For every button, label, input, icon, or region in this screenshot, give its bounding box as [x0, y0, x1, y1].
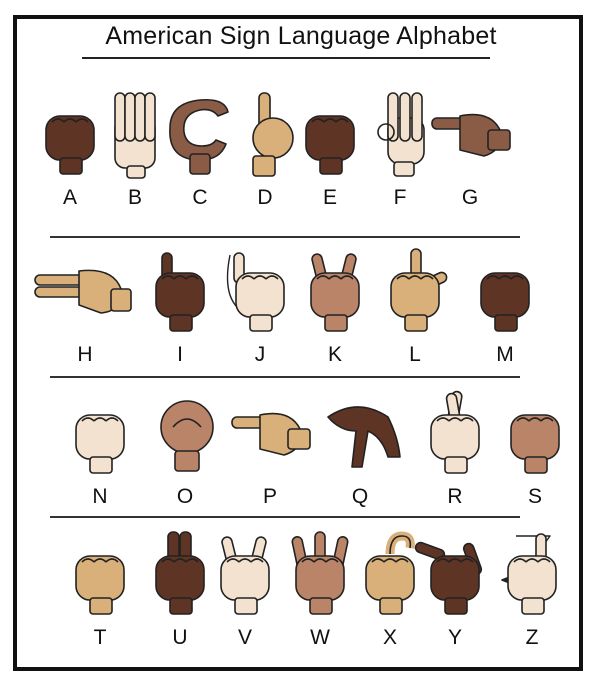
sign-o: O — [145, 387, 225, 517]
sign-t: T — [60, 528, 140, 658]
sign-letter: K — [327, 343, 342, 366]
sign-i: I — [140, 245, 220, 375]
sign-l: L — [375, 245, 455, 375]
sign-w: W — [280, 528, 360, 658]
sign-k: K — [295, 245, 375, 375]
sign-y: Y — [414, 528, 495, 658]
sign-letter: P — [262, 485, 277, 508]
row-divider — [50, 236, 520, 238]
sign-letter: L — [409, 343, 421, 366]
sign-letter: R — [447, 485, 463, 508]
sign-g: G — [430, 88, 511, 218]
sign-letter: V — [237, 626, 252, 649]
alphabet-row: AB CD EFG — [30, 88, 535, 218]
sign-m: M — [465, 245, 545, 375]
sign-letter: H — [77, 343, 93, 366]
sign-letter: O — [176, 485, 194, 508]
title-underline — [82, 57, 490, 59]
sign-v: V — [205, 528, 285, 658]
sign-letter: I — [177, 343, 183, 366]
sign-h: H — [34, 245, 132, 375]
sign-letter: N — [92, 485, 108, 508]
sign-letter: F — [393, 186, 407, 209]
alphabet-row: T U V W X Y Z — [30, 528, 557, 658]
sign-j: J — [220, 245, 300, 375]
row-divider — [50, 516, 520, 518]
sign-r: R — [415, 387, 495, 517]
row-divider — [50, 376, 520, 378]
alphabet-row: N O P Q R S — [30, 387, 560, 517]
sign-letter: Y — [447, 626, 462, 649]
sign-letter: Z — [525, 626, 539, 649]
sign-letter: Q — [351, 485, 369, 508]
sign-letter: T — [93, 626, 107, 649]
alphabet-row: H I J K L M — [30, 245, 535, 375]
sign-letter: W — [310, 626, 330, 649]
sign-n: N — [60, 387, 140, 517]
sign-letter: G — [461, 186, 479, 209]
sign-f: F — [360, 88, 440, 218]
sign-p: P — [230, 387, 311, 517]
sign-e: E — [290, 88, 370, 218]
page-title: American Sign Language Alphabet — [105, 22, 497, 50]
sign-letter: E — [322, 186, 337, 209]
sign-q: Q — [320, 387, 401, 517]
sign-letter: M — [496, 343, 514, 366]
sign-letter: S — [527, 485, 542, 508]
sign-s: S — [495, 387, 575, 517]
sign-letter: J — [254, 343, 266, 366]
sign-z: Z — [492, 528, 572, 658]
